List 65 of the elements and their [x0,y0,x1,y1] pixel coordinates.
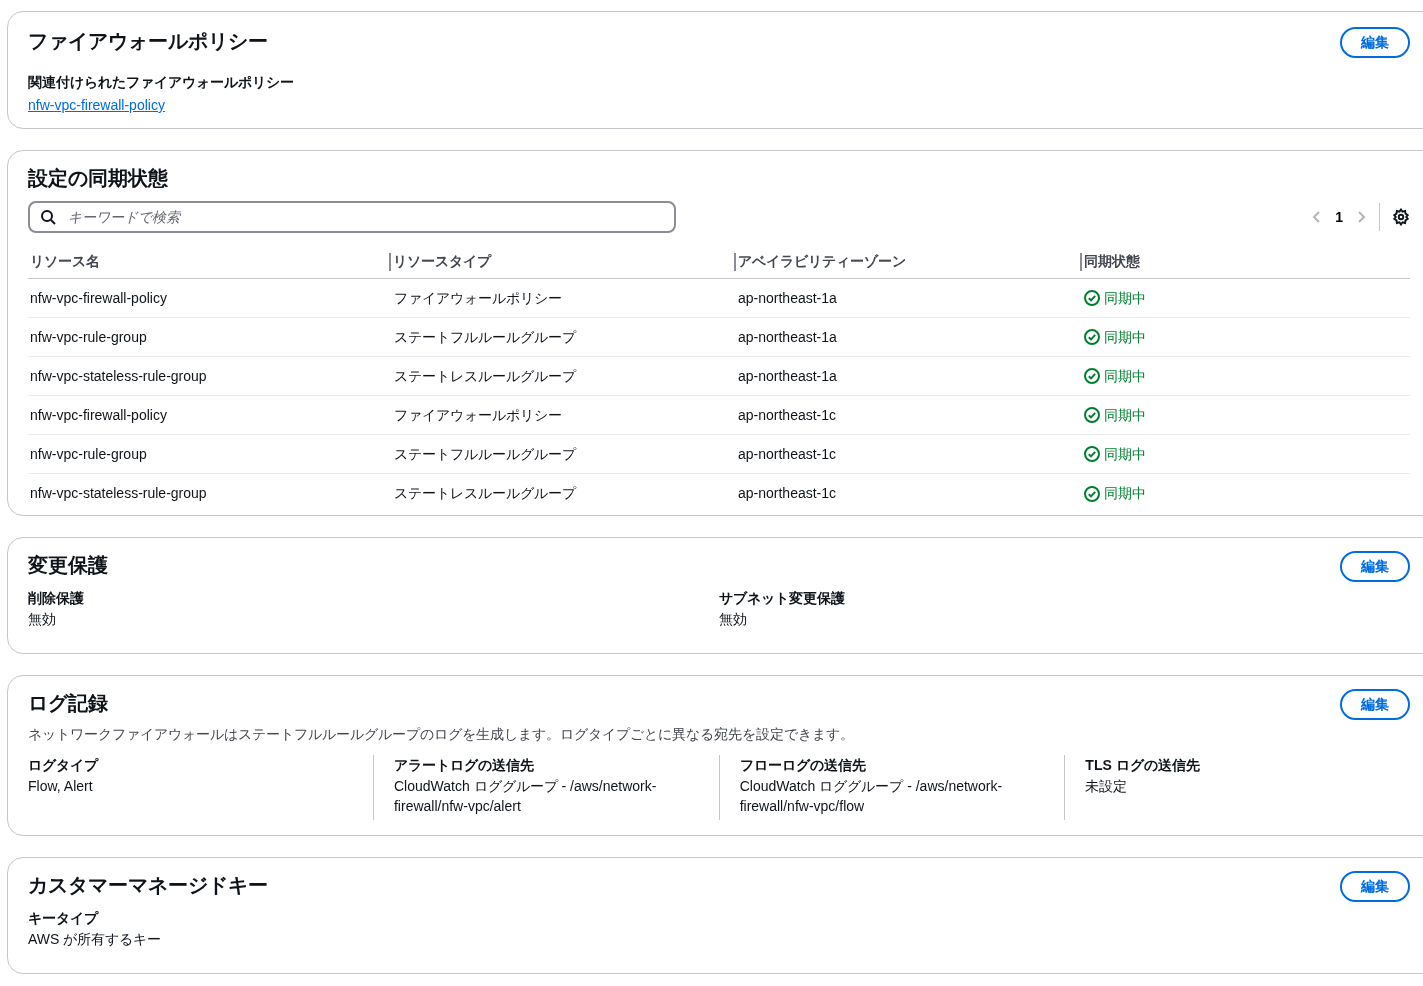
field-label: サブネット変更保護 [719,589,846,608]
edit-button[interactable]: 編集 [1340,27,1410,58]
check-circle-icon [1084,290,1100,306]
table-cell: ステートフルルールグループ [394,445,576,462]
status-text: 同期中 [1104,327,1146,347]
field-value: CloudWatch ロググループ - /aws/network-firewall/nfw-vpc/flow [739,777,1004,816]
table-cell: ap-northeast-1c [738,406,837,423]
table-cell: ap-northeast-1c [738,445,837,462]
table-cell-text: nfw-vpc-stateless-rule-group [29,367,207,384]
table-cell: ステートレスルールグループ [394,485,576,501]
settings-icon[interactable] [1392,208,1410,226]
column-header: 同期状態 [1083,252,1140,271]
status-text: 同期中 [1104,484,1146,503]
field-label: 関連付けられたファイアウォールポリシー [28,73,295,92]
table-cell: ファイアウォールポリシー [394,406,562,423]
field-value: 無効 [719,610,748,629]
search-icon [40,209,56,225]
policy-link[interactable]: nfw-vpc-firewall-policy [28,97,165,113]
field-value: 未設定 [1085,777,1129,796]
table-cell: ap-northeast-1c [738,485,837,501]
page-number[interactable]: 1 [1335,206,1343,228]
status-text: 同期中 [1104,444,1146,464]
table-cell: ファイアウォールポリシー [394,289,562,306]
field-label: TLS ログの送信先 [1085,756,1201,775]
field-value: 無効 [28,610,57,629]
table-cell-text: nfw-vpc-rule-group [29,445,147,462]
column-header: アベイラビリティーゾーン [737,252,906,271]
field-label: ログタイプ [28,756,100,775]
table-cell-text: nfw-vpc-firewall-policy [29,289,167,306]
field-value: Flow, Alert [28,777,94,796]
table-cell-text: nfw-vpc-stateless-rule-group [29,485,207,501]
chevron-right-icon[interactable] [1355,210,1367,224]
status-text: 同期中 [1104,366,1146,386]
field-value: AWS が所有するキー [28,930,163,949]
table-cell: ステートレスルールグループ [394,367,576,384]
status-text: 同期中 [1104,288,1146,308]
check-circle-icon [1084,485,1100,502]
check-circle-icon [1084,329,1100,345]
field-label: 削除保護 [28,589,85,608]
check-circle-icon [1084,368,1100,384]
section-title: ファイアウォールポリシー [28,29,268,54]
table-cell-text: nfw-vpc-firewall-policy [29,406,167,423]
field-label: アラートログの送信先 [394,756,535,775]
edit-button[interactable]: 編集 [1340,551,1410,582]
column-header: リソース名 [29,252,100,271]
section-title: ログ記録 [28,691,108,716]
table-cell: ap-northeast-1a [738,367,837,384]
field-label: フローログの送信先 [739,756,867,775]
edit-button[interactable]: 編集 [1340,689,1410,720]
edit-button[interactable]: 編集 [1340,871,1410,902]
table-cell-text: nfw-vpc-rule-group [29,328,147,345]
section-title: 設定の同期状態 [28,166,168,191]
field-value: CloudWatch ロググループ - /aws/network-firewall/nfw-vpc/alert [394,777,658,816]
section-title: カスタマーマネージドキー [28,873,268,898]
status-text: 同期中 [1104,405,1146,425]
description-text: ネットワークファイアウォールはステートフルルールグループのログを生成します。ログタイプごとに異なる宛先を設定できます。 [28,725,855,744]
check-circle-icon [1084,407,1100,423]
table-cell: ap-northeast-1a [738,328,837,345]
field-label: キータイプ [28,909,100,928]
table-cell: ステートフルルールグループ [394,328,576,345]
search-field[interactable]: キーワードで検索 [28,201,676,233]
column-header: リソースタイプ [392,252,491,271]
table-cell: ap-northeast-1a [738,289,837,306]
section-title: 変更保護 [28,553,108,578]
check-circle-icon [1084,446,1100,462]
